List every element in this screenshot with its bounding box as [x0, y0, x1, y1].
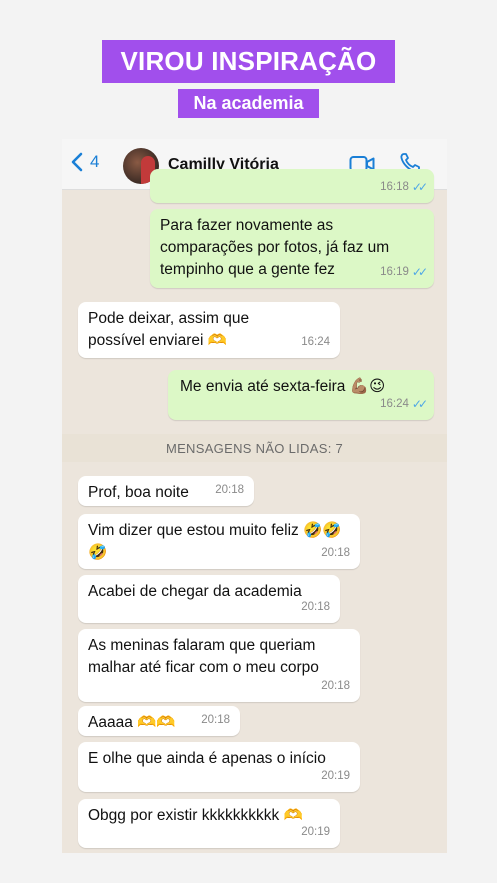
read-ticks-icon: ✓✓	[411, 180, 428, 194]
message-text: Prof, boa noite	[88, 484, 189, 501]
read-ticks-icon: ✓✓	[411, 265, 428, 279]
message-time: 20:18	[215, 484, 244, 496]
message-bubble[interactable]: E olhe que ainda é apenas o início 20:19	[78, 742, 360, 792]
message-time: 20:19	[301, 826, 330, 838]
message-text: Me envia até sexta-feira 💪🏽😉	[180, 378, 386, 395]
message-text: Pode deixar, assim que possível enviarei…	[88, 310, 250, 349]
subtitle-banner: Na academia	[178, 89, 319, 118]
message-time: 20:18	[321, 680, 350, 692]
message-time: 16:24 ✓✓	[380, 393, 428, 415]
message-time: 20:18	[201, 714, 230, 726]
back-count: 4	[90, 152, 100, 171]
message-text: Acabei de chegar da academia	[88, 583, 302, 600]
message-bubble[interactable]: Pode deixar, assim que possível enviarei…	[78, 302, 340, 358]
message-time: 20:19	[321, 770, 350, 782]
message-bubble[interactable]: 16:18 ✓✓	[150, 169, 434, 203]
message-text: As meninas falaram que queriam malhar at…	[88, 637, 319, 676]
message-list[interactable]: 16:18 ✓✓ Para fazer novamente as comparaç…	[62, 169, 447, 853]
message-bubble[interactable]: Obgg por existir kkkkkkkkkk 🫶 20:19	[78, 799, 340, 848]
message-text: E olhe que ainda é apenas o início	[88, 750, 326, 767]
message-bubble[interactable]: Acabei de chegar da academia 20:18	[78, 575, 340, 623]
message-text: Para fazer novamente as comparações por …	[160, 217, 390, 278]
message-bubble[interactable]: Prof, boa noite 20:18	[78, 476, 254, 506]
message-bubble[interactable]: Aaaaa 🫶🫶 20:18	[78, 706, 240, 736]
chat-screenshot: 4 Camilly Vitória 16:18 ✓✓ Para fazer nov…	[62, 139, 447, 853]
message-bubble[interactable]: Vim dizer que estou muito feliz 🤣🤣🤣 20:1…	[78, 514, 360, 569]
message-time: 16:18 ✓✓	[380, 176, 428, 198]
unread-messages-divider: MENSAGENS NÃO LIDAS: 7	[62, 434, 447, 462]
message-time: 16:24	[301, 336, 330, 348]
chevron-left-icon	[71, 152, 83, 172]
read-ticks-icon: ✓✓	[411, 397, 428, 411]
message-bubble[interactable]: Para fazer novamente as comparações por …	[150, 209, 434, 288]
message-time: 20:18	[301, 601, 330, 613]
message-text: Obgg por existir kkkkkkkkkk 🫶	[88, 807, 303, 824]
message-time: 20:18	[321, 547, 350, 559]
title-banner: VIROU INSPIRAÇÃO	[102, 40, 395, 83]
message-time: 16:19 ✓✓	[380, 261, 428, 283]
message-text: Aaaaa 🫶🫶	[88, 714, 176, 731]
message-bubble[interactable]: As meninas falaram que queriam malhar at…	[78, 629, 360, 702]
back-button[interactable]: 4	[70, 152, 99, 172]
message-bubble[interactable]: Me envia até sexta-feira 💪🏽😉 16:24 ✓✓	[168, 370, 434, 420]
message-text: Vim dizer que estou muito feliz 🤣🤣🤣	[88, 522, 342, 561]
